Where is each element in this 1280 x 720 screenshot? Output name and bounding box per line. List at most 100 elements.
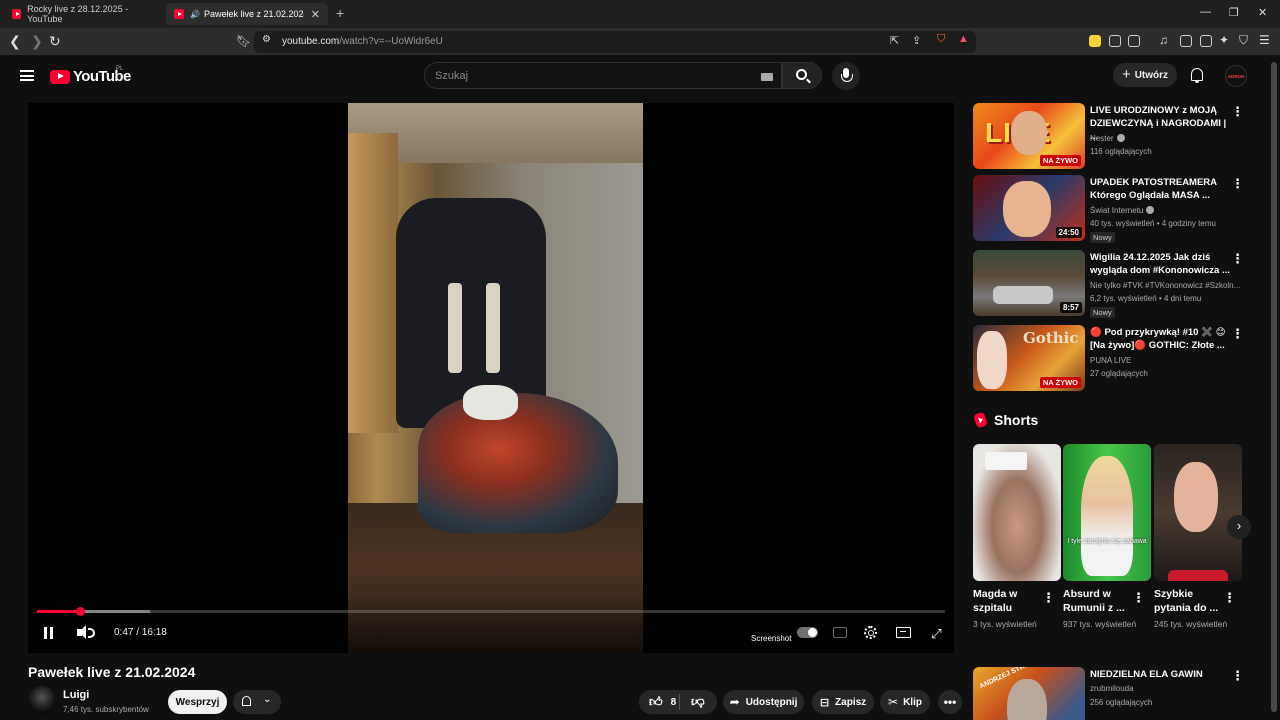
close-window-icon[interactable]: ✕: [1258, 6, 1267, 19]
shorts-next-button[interactable]: ›: [1227, 515, 1251, 539]
search-input[interactable]: Szukaj: [424, 62, 782, 89]
notifications-bell-icon[interactable]: [1191, 68, 1203, 83]
more-options-icon[interactable]: ⋮: [1231, 105, 1244, 119]
voice-search-button[interactable]: [832, 62, 860, 90]
theater-mode-icon[interactable]: [896, 627, 911, 638]
recommendation-channel[interactable]: PUNA LIVE: [1090, 356, 1131, 365]
recommendation-item[interactable]: Gothic NA ŻYWO 🔴 Pod przykrywką! #10 ✖️ …: [973, 325, 1248, 393]
recommendation-item[interactable]: 24:50 UPADEK PATOSTREAMERA Którego Ogląd…: [973, 175, 1248, 243]
share-page-icon[interactable]: ⇪: [912, 34, 921, 47]
recommendation-meta: 116 oglądających: [1090, 147, 1152, 156]
subtitles-icon[interactable]: [833, 627, 847, 638]
more-options-icon[interactable]: ⋮: [1042, 590, 1055, 606]
short-item[interactable]: Szybkie pytania do ... 245 tys. wyświetl…: [1154, 444, 1242, 631]
fullscreen-icon[interactable]: ⤢: [930, 627, 943, 640]
bookmark-icon[interactable]: 🔖︎: [236, 34, 251, 48]
short-thumbnail[interactable]: [1154, 444, 1242, 581]
create-button[interactable]: + Utwórz: [1113, 63, 1177, 87]
short-item[interactable]: I tyle zaczyna się zabawa Absurd w Rumun…: [1063, 444, 1151, 631]
account-avatar[interactable]: ADRON: [1225, 65, 1247, 87]
video-thumbnail[interactable]: 24:50: [973, 175, 1085, 241]
open-external-icon[interactable]: ⇱: [890, 34, 899, 47]
site-settings-icon[interactable]: ⚙: [262, 34, 271, 45]
settings-gear-icon[interactable]: [864, 626, 877, 639]
hamburger-menu-icon[interactable]: [20, 70, 34, 81]
save-button[interactable]: ⊟ Zapisz: [812, 690, 874, 714]
restore-icon[interactable]: ❐: [1229, 6, 1239, 19]
recommendation-channel[interactable]: Nie tylko #TVK #TVKononowicz #Szkoln...: [1090, 281, 1240, 290]
browser-tab-rocky[interactable]: Rocky live z 28.12.2025 - YouTube: [4, 3, 162, 25]
speaker-icon[interactable]: 🔊: [190, 10, 200, 19]
extension-puzzle-icon[interactable]: [1109, 35, 1121, 47]
volume-icon[interactable]: [77, 624, 95, 642]
progress-bar[interactable]: [37, 607, 945, 616]
brave-shield-icon[interactable]: ⛉: [937, 33, 945, 46]
leo-ai-icon[interactable]: ✦: [1219, 33, 1229, 47]
recommendation-title[interactable]: UPADEK PATOSTREAMERA Którego Oglądała MA…: [1090, 176, 1230, 202]
recommendation-channel[interactable]: Nester: [1090, 134, 1125, 143]
recommendation-item[interactable]: LIVE NA ŻYWO LIVE URODZINOWY z MOJĄ DZIE…: [973, 103, 1248, 171]
new-tab-button[interactable]: +: [336, 5, 344, 21]
brave-rewards-icon[interactable]: ▲: [958, 33, 969, 45]
share-button[interactable]: ➦ Udostępnij: [723, 690, 804, 714]
recommendation-channel[interactable]: Świat Internetu: [1090, 206, 1155, 215]
video-thumbnail[interactable]: 8:57: [973, 250, 1085, 316]
channel-name[interactable]: Luigi: [63, 689, 89, 701]
video-thumbnail[interactable]: LIVE NA ŻYWO: [973, 103, 1085, 169]
address-bar[interactable]: ⚙ youtube.com/watch?v=--UoWidr6eU ⇱ ⇪ ⛉ …: [254, 31, 976, 53]
recommendation-item[interactable]: 8:57 Wigilia 24.12.2025 Jak dziś wygląda…: [973, 250, 1248, 318]
clip-button[interactable]: ✂ Klip: [880, 690, 930, 714]
sidebar-toggle-icon[interactable]: [1180, 35, 1192, 47]
short-title[interactable]: Absurd w Rumunii z ...: [1063, 587, 1133, 615]
subscriber-count: 7,46 tys. subskrybentów: [63, 705, 149, 714]
recommendation-item[interactable]: ANDRZEJ STREAM NIEDZIELNA ELA GAWIN zrub…: [973, 667, 1248, 720]
more-options-icon[interactable]: ⋮: [1231, 327, 1244, 341]
wallet-icon[interactable]: [1200, 35, 1212, 47]
video-thumbnail[interactable]: ANDRZEJ STREAM: [973, 667, 1085, 720]
media-icon[interactable]: ♫: [1159, 33, 1168, 47]
channel-avatar[interactable]: [28, 686, 56, 714]
more-options-icon[interactable]: ⋮: [1223, 590, 1236, 606]
support-button[interactable]: Wesprzyj: [168, 690, 227, 714]
video-thumbnail[interactable]: Gothic NA ŻYWO: [973, 325, 1085, 391]
recommendation-channel[interactable]: zrubmilouda: [1090, 684, 1134, 693]
search-button[interactable]: [782, 62, 822, 89]
scrubber-handle[interactable]: [76, 607, 86, 616]
more-actions-button[interactable]: •••: [938, 690, 962, 714]
page-scrollbar[interactable]: [1268, 56, 1280, 720]
scrollbar-thumb[interactable]: [1271, 62, 1277, 712]
close-tab-icon[interactable]: ✕: [311, 8, 320, 21]
dislike-icon[interactable]: 👍︎: [691, 694, 705, 710]
browser-tab-pawelek[interactable]: 🔊 Pawełek live z 21.02.2024 - Yo ✕: [166, 3, 328, 25]
short-thumbnail[interactable]: I tyle zaczyna się zabawa: [1063, 444, 1151, 581]
reload-icon[interactable]: ↻: [49, 33, 61, 50]
browser-menu-icon[interactable]: ☰: [1259, 33, 1270, 47]
recommendation-title[interactable]: NIEDZIELNA ELA GAWIN: [1090, 668, 1230, 681]
extension-icon[interactable]: [1128, 35, 1140, 47]
vpn-shield-icon[interactable]: ⛉: [1239, 33, 1248, 48]
short-item[interactable]: Magda w szpitalu 3 tys. wyświetleń ⋮: [973, 444, 1061, 631]
back-icon[interactable]: ❮: [9, 33, 21, 50]
minimize-icon[interactable]: —: [1200, 6, 1211, 18]
extension-icon[interactable]: [1089, 35, 1101, 47]
recommendation-meta: 27 oglądających: [1090, 369, 1148, 378]
more-options-icon[interactable]: ⋮: [1231, 252, 1244, 266]
pause-icon[interactable]: [44, 624, 54, 642]
screenshot-label: Screenshot: [751, 634, 792, 643]
recommendation-title[interactable]: Wigilia 24.12.2025 Jak dziś wygląda dom …: [1090, 251, 1230, 277]
short-title[interactable]: Magda w szpitalu: [973, 587, 1043, 615]
like-icon[interactable]: 👍︎: [649, 694, 663, 710]
recommendation-title[interactable]: 🔴 Pod przykrywką! #10 ✖️ 😊 [Na żywo]🔴 GO…: [1090, 326, 1230, 352]
keyboard-icon[interactable]: [761, 73, 773, 81]
short-title[interactable]: Szybkie pytania do ...: [1154, 587, 1224, 615]
short-thumbnail[interactable]: [973, 444, 1061, 581]
forward-icon[interactable]: ❯: [31, 33, 43, 50]
video-frame[interactable]: [348, 103, 643, 653]
more-options-icon[interactable]: ⋮: [1231, 177, 1244, 191]
video-player[interactable]: 0:47 / 16:18 Screenshot ⤢: [28, 103, 954, 653]
more-options-icon[interactable]: ⋮: [1132, 590, 1145, 606]
autoplay-toggle[interactable]: [797, 627, 818, 638]
subscription-bell-button[interactable]: ⌄: [233, 690, 281, 714]
more-options-icon[interactable]: ⋮: [1231, 669, 1244, 683]
like-count[interactable]: 8: [671, 697, 677, 708]
